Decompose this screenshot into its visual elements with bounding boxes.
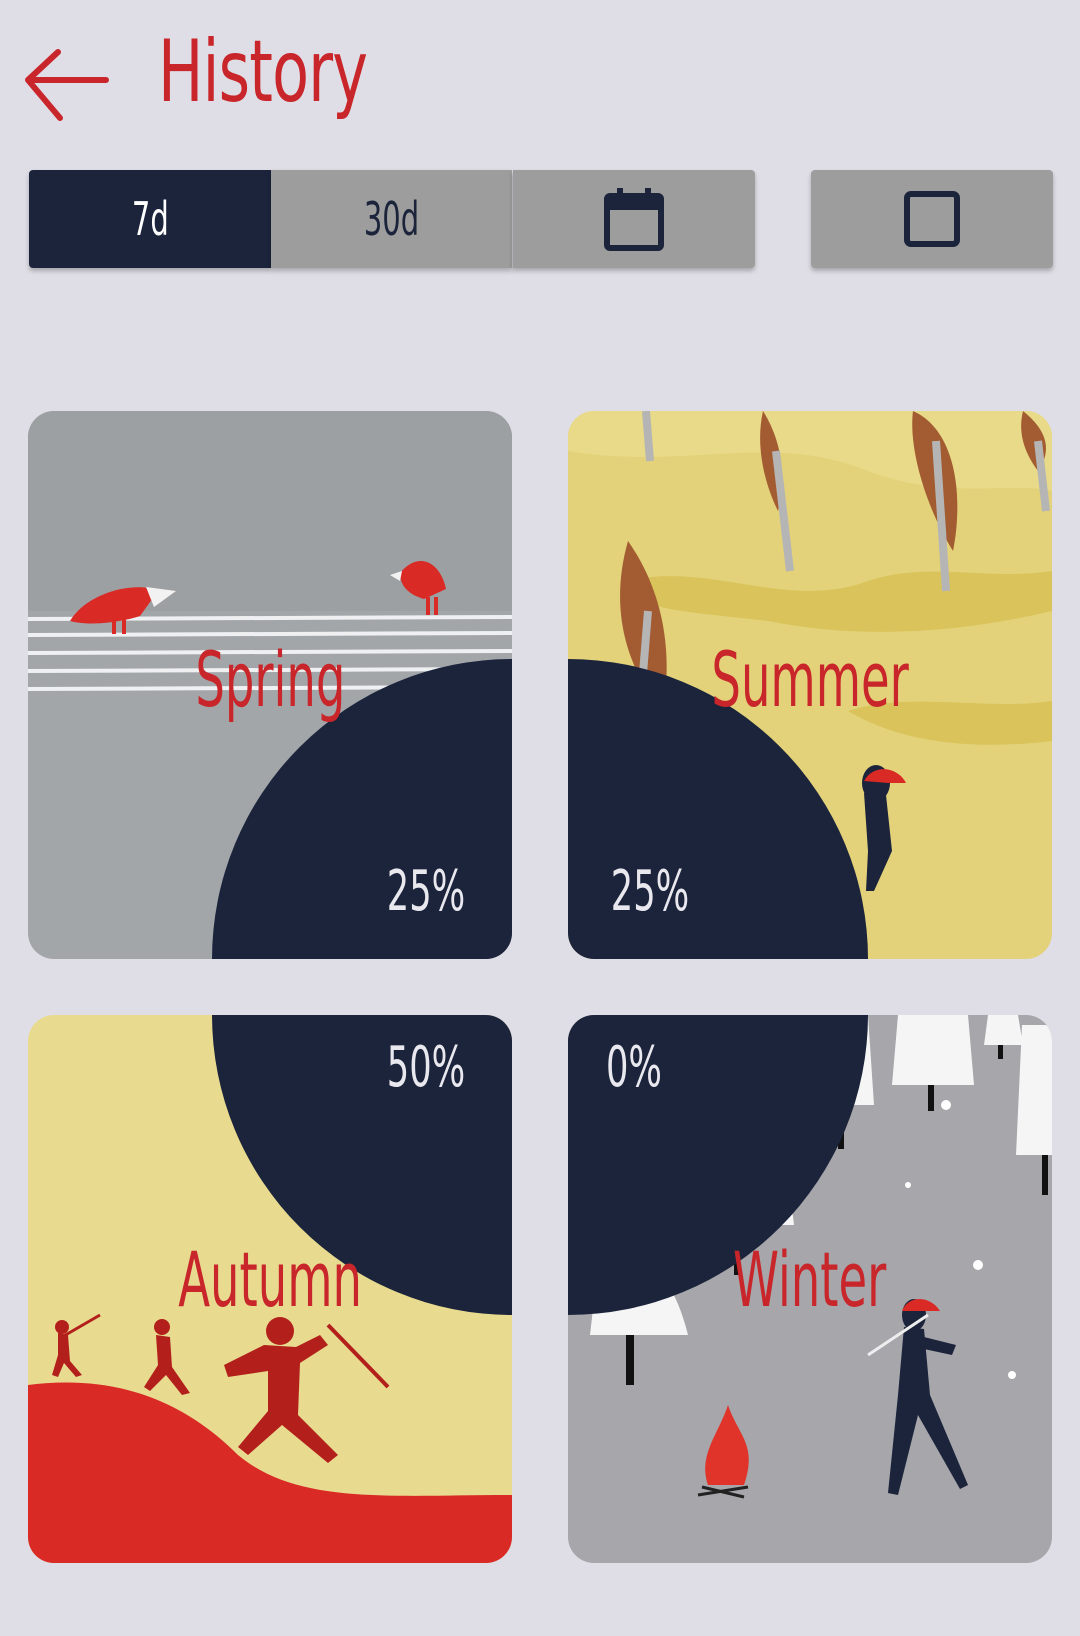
season-card-autumn[interactable]: Autumn 50% (28, 1015, 512, 1563)
season-name: Winter (733, 1235, 887, 1324)
app-header: History (0, 0, 1080, 160)
season-percent: 0% (605, 1035, 662, 1100)
page-title: History (158, 22, 368, 122)
season-card-winter[interactable]: Winter 0% (568, 1015, 1052, 1563)
arrow-left-icon (25, 49, 109, 121)
season-percent: 50% (386, 1035, 466, 1100)
season-name: Autumn (178, 1235, 362, 1324)
back-button[interactable] (18, 40, 118, 130)
range-30d-label: 30d (363, 192, 420, 246)
range-7d-label: 7d (131, 192, 169, 246)
range-30d-button[interactable]: 30d (271, 170, 512, 268)
season-card-spring[interactable]: Spring 25% (28, 411, 512, 959)
season-percent: 25% (386, 859, 466, 924)
square-icon (904, 191, 960, 247)
custom-range-button[interactable] (513, 170, 755, 268)
season-name: Summer (711, 635, 909, 724)
view-toggle-button[interactable] (811, 170, 1053, 268)
season-name: Spring (194, 635, 346, 724)
range-7d-button[interactable]: 7d (29, 170, 271, 268)
season-card-summer[interactable]: Summer 25% (568, 411, 1052, 959)
calendar-icon (604, 188, 664, 251)
season-percent: 25% (610, 859, 690, 924)
